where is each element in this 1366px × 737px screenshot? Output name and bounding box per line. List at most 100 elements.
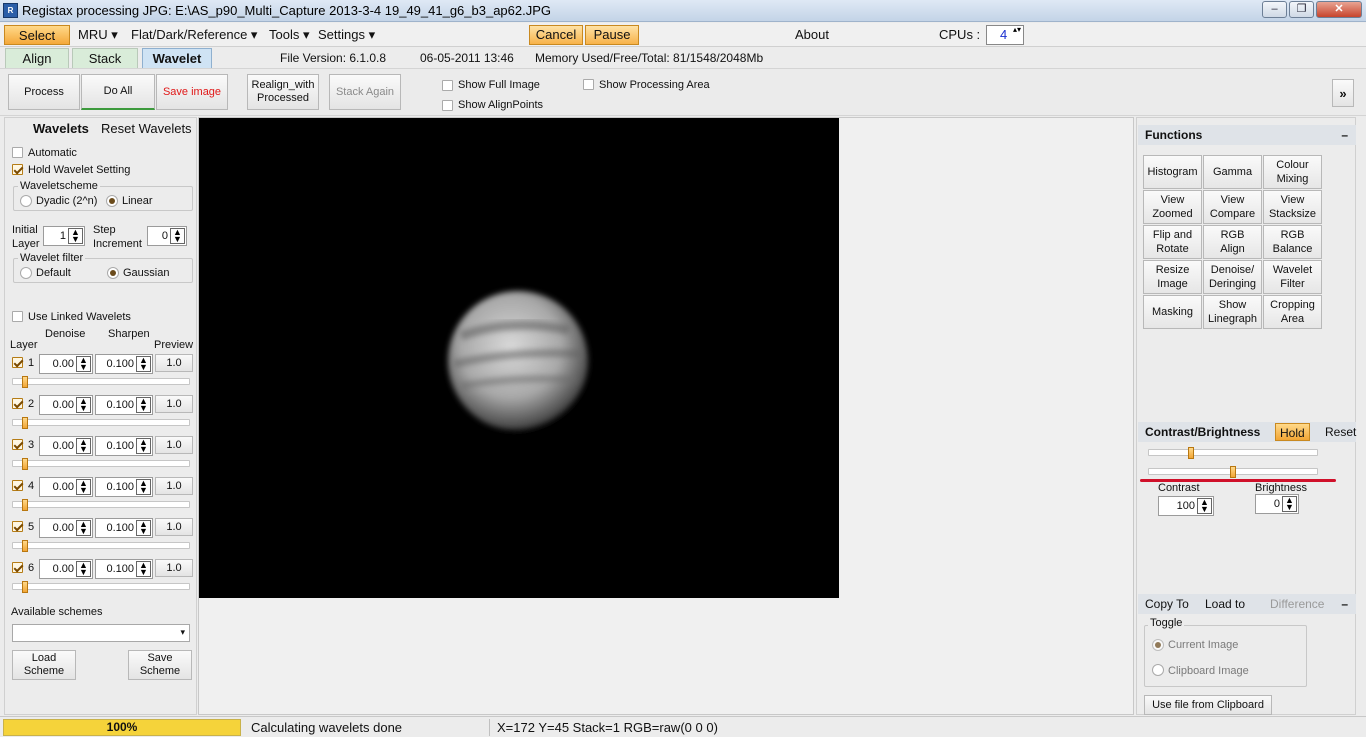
layer-denoise-spin-icon[interactable]: ▲ ▼: [76, 397, 91, 413]
layer-slider-track[interactable]: [12, 583, 190, 590]
schemes-dropdown[interactable]: ▾: [12, 624, 190, 642]
cpus-spin-arrows-icon[interactable]: ▴▾: [1013, 26, 1021, 34]
realign-with-processed-button[interactable]: Realign_with Processed: [247, 74, 319, 110]
difference-tab[interactable]: Difference: [1270, 594, 1324, 614]
layer-slider-track[interactable]: [12, 378, 190, 385]
default-filter-radio[interactable]: [20, 267, 32, 279]
clipboard-image-radio[interactable]: [1152, 664, 1164, 676]
layer-sharpen-spinner[interactable]: 0.100 ▲ ▼: [95, 518, 153, 538]
layer-slider-track[interactable]: [12, 460, 190, 467]
show-linegraph-button[interactable]: Show Linegraph: [1203, 295, 1262, 329]
select-menu[interactable]: Select: [4, 25, 70, 45]
functions-collapse-icon[interactable]: –: [1341, 125, 1348, 145]
linear-radio[interactable]: [106, 195, 118, 207]
layer-denoise-spinner[interactable]: 0.00 ▲ ▼: [39, 477, 93, 497]
layer-sharpen-spin-icon[interactable]: ▲ ▼: [136, 561, 151, 577]
mru-menu[interactable]: MRU ▾: [72, 25, 124, 45]
rgb-balance-button[interactable]: RGB Balance: [1263, 225, 1322, 259]
layer-slider-thumb[interactable]: [22, 417, 28, 429]
layer-denoise-spinner[interactable]: 0.00 ▲ ▼: [39, 518, 93, 538]
layer-denoise-spin-icon[interactable]: ▲ ▼: [76, 438, 91, 454]
hold-wavelet-setting-checkbox[interactable]: [12, 164, 23, 175]
layer-preview-button[interactable]: 1.0: [155, 518, 193, 536]
brightness-spin-icon[interactable]: ▲ ▼: [1282, 496, 1297, 512]
layer-denoise-spinner[interactable]: 0.00 ▲ ▼: [39, 354, 93, 374]
close-button[interactable]: ✕: [1316, 1, 1362, 18]
contrast-spin-icon[interactable]: ▲ ▼: [1197, 498, 1212, 514]
denoise-deringing-button[interactable]: Denoise/Deringing: [1203, 260, 1262, 294]
layer-enable-checkbox[interactable]: [12, 480, 23, 491]
tools-menu[interactable]: Tools ▾: [263, 25, 316, 45]
layer-sharpen-spinner[interactable]: 0.100 ▲ ▼: [95, 436, 153, 456]
maximize-button[interactable]: ❐: [1289, 1, 1314, 18]
layer-slider-track[interactable]: [12, 419, 190, 426]
layer-sharpen-spinner[interactable]: 0.100 ▲ ▼: [95, 477, 153, 497]
automatic-checkbox[interactable]: [12, 147, 23, 158]
layer-enable-checkbox[interactable]: [12, 439, 23, 450]
hold-button[interactable]: Hold: [1275, 423, 1310, 441]
layer-preview-button[interactable]: 1.0: [155, 436, 193, 454]
initial-layer-spinner[interactable]: 1 ▲ ▼: [43, 226, 85, 246]
layer-denoise-spinner[interactable]: 0.00 ▲ ▼: [39, 395, 93, 415]
pause-button[interactable]: Pause: [585, 25, 639, 45]
stack-again-button[interactable]: Stack Again: [329, 74, 401, 110]
use-linked-wavelets-checkbox[interactable]: [12, 311, 23, 322]
show-alignpoints-checkbox[interactable]: [442, 100, 453, 111]
layer-slider-thumb[interactable]: [22, 458, 28, 470]
layer-slider-thumb[interactable]: [22, 376, 28, 388]
layer-slider-track[interactable]: [12, 501, 190, 508]
show-processing-area-checkbox[interactable]: [583, 79, 594, 90]
layer-preview-button[interactable]: 1.0: [155, 354, 193, 372]
brightness-slider-thumb[interactable]: [1230, 466, 1236, 478]
step-increment-spin-icon[interactable]: ▲ ▼: [170, 228, 185, 244]
contrast-slider-track[interactable]: [1148, 449, 1318, 456]
layer-denoise-spin-icon[interactable]: ▲ ▼: [76, 561, 91, 577]
copy-collapse-icon[interactable]: –: [1341, 594, 1348, 614]
layer-slider-thumb[interactable]: [22, 581, 28, 593]
copy-to-tab[interactable]: Copy To: [1145, 597, 1189, 611]
process-button[interactable]: Process: [8, 74, 80, 110]
layer-preview-button[interactable]: 1.0: [155, 559, 193, 577]
load-scheme-button[interactable]: Load Scheme: [12, 650, 76, 680]
resize-image-button[interactable]: Resize Image: [1143, 260, 1202, 294]
save-image-button[interactable]: Save image: [156, 74, 228, 110]
layer-sharpen-spinner[interactable]: 0.100 ▲ ▼: [95, 559, 153, 579]
dyadic-radio[interactable]: [20, 195, 32, 207]
settings-menu[interactable]: Settings ▾: [312, 25, 381, 45]
layer-preview-button[interactable]: 1.0: [155, 395, 193, 413]
rgb-align-button[interactable]: RGB Align: [1203, 225, 1262, 259]
layer-denoise-spin-icon[interactable]: ▲ ▼: [76, 356, 91, 372]
do-all-button[interactable]: Do All: [81, 74, 155, 110]
tab-stack[interactable]: Stack: [72, 48, 138, 68]
about-menu[interactable]: About: [789, 25, 835, 45]
cpus-spinner[interactable]: 4 ▴▾: [986, 25, 1024, 45]
save-scheme-button[interactable]: Save Scheme: [128, 650, 192, 680]
current-image-radio[interactable]: [1152, 639, 1164, 651]
layer-denoise-spinner[interactable]: 0.00 ▲ ▼: [39, 559, 93, 579]
layer-sharpen-spin-icon[interactable]: ▲ ▼: [136, 438, 151, 454]
tab-wavelet[interactable]: Wavelet: [142, 48, 212, 68]
layer-denoise-spinner[interactable]: 0.00 ▲ ▼: [39, 436, 93, 456]
tab-align[interactable]: Align: [5, 48, 69, 68]
step-increment-spinner[interactable]: 0 ▲ ▼: [147, 226, 187, 246]
show-full-image-checkbox[interactable]: [442, 80, 453, 91]
cancel-button[interactable]: Cancel: [529, 25, 583, 45]
layer-slider-thumb[interactable]: [22, 499, 28, 511]
layer-sharpen-spinner[interactable]: 0.100 ▲ ▼: [95, 395, 153, 415]
brightness-spinner[interactable]: 0 ▲ ▼: [1255, 494, 1299, 514]
reset-wavelets-button[interactable]: Reset Wavelets: [101, 121, 192, 136]
colour-mixing-button[interactable]: Colour Mixing: [1263, 155, 1322, 189]
reset-contrast-button[interactable]: Reset: [1325, 422, 1356, 442]
flat-dark-reference-menu[interactable]: Flat/Dark/Reference ▾: [125, 25, 263, 45]
layer-denoise-spin-icon[interactable]: ▲ ▼: [76, 520, 91, 536]
flip-and-rotate-button[interactable]: Flip and Rotate: [1143, 225, 1202, 259]
wavelet-filter-button[interactable]: Wavelet Filter: [1263, 260, 1322, 294]
expand-panel-button[interactable]: »: [1332, 79, 1354, 107]
contrast-spinner[interactable]: 100 ▲ ▼: [1158, 496, 1214, 516]
minimize-button[interactable]: –: [1262, 1, 1287, 18]
layer-sharpen-spinner[interactable]: 0.100 ▲ ▼: [95, 354, 153, 374]
initial-layer-spin-icon[interactable]: ▲ ▼: [68, 228, 83, 244]
layer-enable-checkbox[interactable]: [12, 521, 23, 532]
view-stacksize-button[interactable]: View Stacksize: [1263, 190, 1322, 224]
layer-preview-button[interactable]: 1.0: [155, 477, 193, 495]
